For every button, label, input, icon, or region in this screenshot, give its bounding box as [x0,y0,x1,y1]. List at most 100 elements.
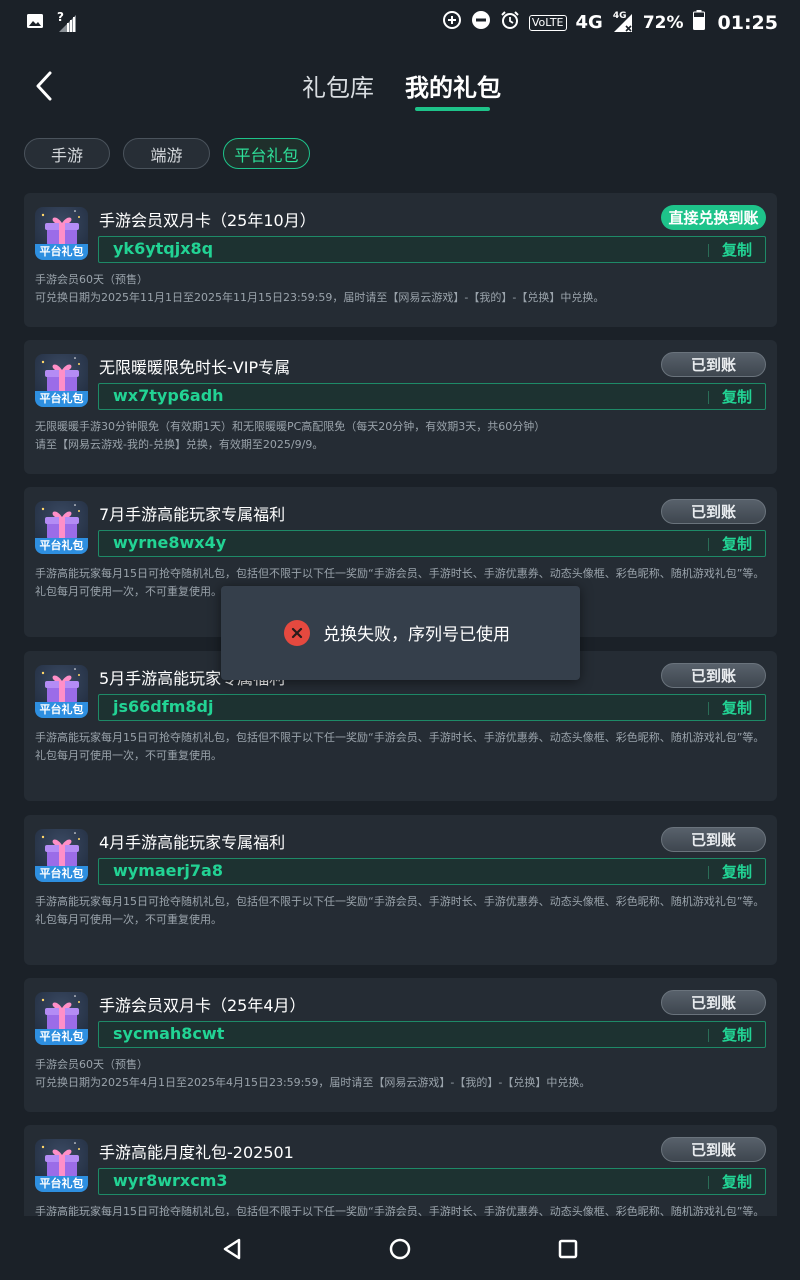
gift-badge-label: 平台礼包 [35,538,88,554]
error-toast: 兑换失败，序列号已使用 [221,586,580,680]
copy-button[interactable]: 复制 [722,1024,752,1045]
copy-divider [708,244,709,257]
gift-code: sycmah8cwt [113,1024,225,1043]
triangle-back-icon [223,1238,241,1260]
gift-description-line2: 礼包每月可使用一次，不可重复使用。 [35,913,222,926]
redeem-button[interactable]: 直接兑换到账 [661,205,766,230]
alarm-icon [500,10,520,35]
gift-description-line1: 手游高能玩家每月15日可抢夺随机礼包，包括但不限于以下任一奖励“手游会员、手游时… [35,895,765,908]
copy-button[interactable]: 复制 [722,239,752,260]
gift-title: 手游会员双月卡（25年10月） [99,211,316,230]
code-box: wx7typ6adh 复制 [98,383,766,410]
system-nav-bar [0,1216,800,1280]
gift-status: 已到账 [661,990,766,1015]
gift-description-line1: 手游会员60天（预售） [35,1058,148,1071]
gift-description: 无限暖暖手游30分钟限免（有效期1天）和无限暖暖PC高配限免（每天20分钟，有效… [35,418,765,454]
gift-description: 手游高能玩家每月15日可抢夺随机礼包，包括但不限于以下任一奖励“手游会员、手游时… [35,729,765,765]
network-type: 4G [575,12,603,33]
nav-back-button[interactable] [220,1236,246,1262]
gift-description-line2: 可兑换日期为2025年4月1日至2025年4月15日23:59:59，届时请至【… [35,1076,591,1089]
copy-divider [708,866,709,879]
back-button[interactable] [26,66,62,106]
battery-percent: 72% [642,12,684,33]
copy-divider [708,538,709,551]
gift-description-line1: 手游高能玩家每月15日可抢夺随机礼包，包括但不限于以下任一奖励“手游会员、手游时… [35,567,765,580]
code-box: yk6ytqjx8q 复制 [98,236,766,263]
signal-unknown-label: ? [57,10,64,24]
mobile-signal-icon: 4G [612,11,634,33]
signal-icon: ? [57,10,78,33]
gift-code: yk6ytqjx8q [113,239,214,258]
gift-badge-label: 平台礼包 [35,1029,88,1045]
circle-home-icon [389,1238,411,1260]
gift-icon: 平台礼包 [35,1139,88,1192]
tab-my-gifts[interactable]: 我的礼包 [405,68,501,103]
image-notification-icon [26,12,44,34]
copy-button[interactable]: 复制 [722,697,752,718]
gift-description: 手游高能玩家每月15日可抢夺随机礼包，包括但不限于以下任一奖励“手游会员、手游时… [35,893,765,929]
gift-code: wx7typ6adh [113,386,224,405]
chip-pc-games[interactable]: 端游 [123,138,210,169]
tab-gift-library[interactable]: 礼包库 [302,68,374,103]
gift-description-line2: 可兑换日期为2025年11月1日至2025年11月15日23:59:59，届时请… [35,291,605,304]
gift-code: wymaerj7a8 [113,861,223,880]
gift-description: 手游会员60天（预售） 可兑换日期为2025年4月1日至2025年4月15日23… [35,1056,765,1092]
square-recents-icon [558,1239,578,1259]
code-box: js66dfm8dj 复制 [98,694,766,721]
gift-badge-label: 平台礼包 [35,866,88,882]
gift-icon: 平台礼包 [35,992,88,1045]
gift-description-line1: 手游高能玩家每月15日可抢夺随机礼包，包括但不限于以下任一奖励“手游会员、手游时… [35,731,765,744]
chip-platform-gifts[interactable]: 平台礼包 [223,138,310,169]
gift-description: 手游会员60天（预售） 可兑换日期为2025年11月1日至2025年11月15日… [35,271,765,307]
gift-icon: 平台礼包 [35,665,88,718]
code-box: wyrne8wx4y 复制 [98,530,766,557]
gift-title: 手游高能月度礼包-202501 [99,1143,294,1162]
copy-divider [708,1029,709,1042]
gift-description: 手游高能玩家每月15日可抢夺随机礼包，包括但不限于以下任一奖励“手游会员、手游时… [35,1203,765,1216]
gift-code: wyr8wrxcm3 [113,1171,228,1190]
gift-card-6: 平台礼包 手游会员双月卡（25年4月） 已到账 sycmah8cwt 复制 手游… [24,978,777,1112]
gift-card-2: 平台礼包 无限暖暖限免时长-VIP专属 已到账 wx7typ6adh 复制 无限… [24,340,777,474]
gift-status: 已到账 [661,663,766,688]
chip-mobile-games[interactable]: 手游 [24,138,110,169]
gift-status: 已到账 [661,352,766,377]
copy-button[interactable]: 复制 [722,861,752,882]
app-header: 礼包库 我的礼包 [0,56,800,120]
clock: 01:25 [717,11,778,34]
gift-status: 已到账 [661,827,766,852]
status-bar: ? VoLTE 4G 4G 72% 01:25 [0,0,800,46]
copy-divider [708,391,709,404]
nav-recents-button[interactable] [555,1236,581,1262]
gift-description-line1: 手游高能玩家每月15日可抢夺随机礼包，包括但不限于以下任一奖励“手游会员、手游时… [35,1205,765,1216]
copy-divider [708,1176,709,1189]
gift-card-7: 平台礼包 手游高能月度礼包-202501 已到账 wyr8wrxcm3 复制 手… [24,1125,777,1216]
copy-button[interactable]: 复制 [722,533,752,554]
gift-card-1: 平台礼包 手游会员双月卡（25年10月） 直接兑换到账 yk6ytqjx8q 复… [24,193,777,327]
do-not-disturb-icon [471,10,491,35]
code-box: wyr8wrxcm3 复制 [98,1168,766,1195]
gift-code: js66dfm8dj [113,697,214,716]
active-tab-indicator [415,107,490,111]
gift-description-line2: 礼包每月可使用一次，不可重复使用。 [35,749,222,762]
gift-list[interactable]: 平台礼包 手游会员双月卡（25年10月） 直接兑换到账 yk6ytqjx8q 复… [24,193,777,1216]
gift-badge-label: 平台礼包 [35,702,88,718]
nav-home-button[interactable] [387,1236,413,1262]
gift-status: 已到账 [661,499,766,524]
code-box: sycmah8cwt 复制 [98,1021,766,1048]
chevron-left-icon [36,71,52,101]
data-saver-icon [442,10,462,35]
gift-badge-label: 平台礼包 [35,244,88,260]
error-icon [284,620,310,646]
gift-icon: 平台礼包 [35,354,88,407]
copy-button[interactable]: 复制 [722,386,752,407]
gift-description-line1: 手游会员60天（预售） [35,273,148,286]
gift-description-line1: 无限暖暖手游30分钟限免（有效期1天）和无限暖暖PC高配限免（每天20分钟，有效… [35,420,546,433]
gift-status: 已到账 [661,1137,766,1162]
copy-button[interactable]: 复制 [722,1171,752,1192]
copy-divider [708,702,709,715]
toast-message: 兑换失败，序列号已使用 [323,625,510,645]
gift-icon: 平台礼包 [35,829,88,882]
gift-icon: 平台礼包 [35,207,88,260]
gift-card-5: 平台礼包 4月手游高能玩家专属福利 已到账 wymaerj7a8 复制 手游高能… [24,815,777,965]
gift-title: 手游会员双月卡（25年4月） [99,996,306,1015]
